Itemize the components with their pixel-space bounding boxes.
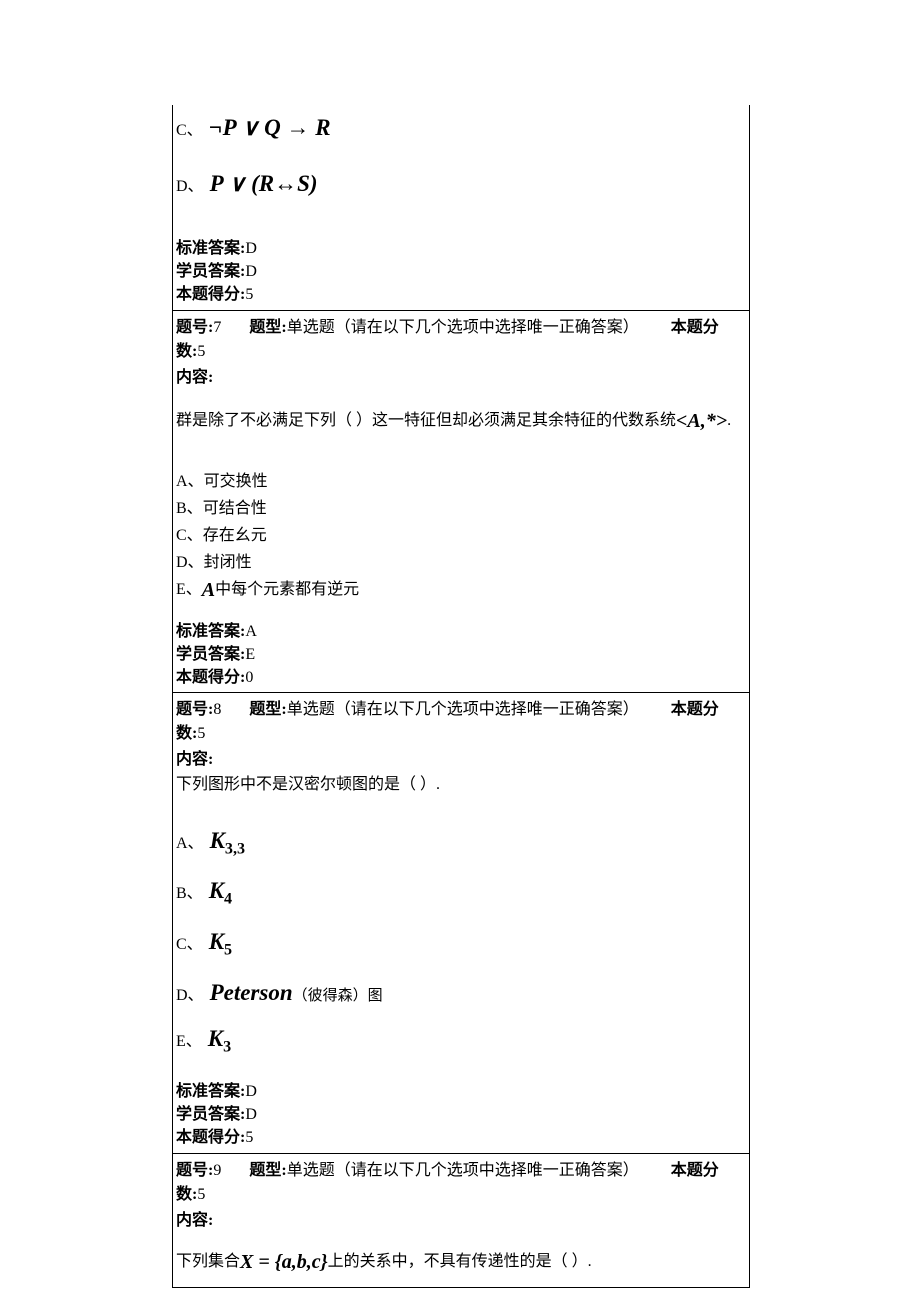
- option-e-letter: E、: [176, 1027, 202, 1051]
- student-answer-value: E: [245, 646, 255, 663]
- student-answer-label: 学员答案:: [176, 1106, 245, 1123]
- option-e-suffix: 中每个元素都有逆元: [215, 581, 359, 598]
- option-c: C、存在幺元: [176, 521, 746, 545]
- question-type-value: 单选题（请在以下几个选项中选择唯一正确答案）: [287, 701, 639, 718]
- option-c-letter: C、: [176, 527, 203, 544]
- question-type-value: 单选题（请在以下几个选项中选择唯一正确答案）: [287, 1162, 639, 1179]
- stem-math: X = {a,b,c}: [240, 1251, 328, 1273]
- question-header: 题号:7 题型:单选题（请在以下几个选项中选择唯一正确答案） 本题分数:5: [176, 313, 746, 361]
- standard-answer-value: A: [245, 623, 257, 640]
- stem-text: 群是除了不必满足下列（ ）这一特征但却必须满足其余特征的代数系统: [176, 412, 676, 429]
- question-header: 题号:8 题型:单选题（请在以下几个选项中选择唯一正确答案） 本题分数:5: [176, 695, 746, 743]
- option-c-row: C、 ¬P ∨ Q → R: [176, 115, 746, 141]
- question-table: C、 ¬P ∨ Q → R D、 P ∨ (R↔S) 标准答案:D 学员答案:D…: [172, 105, 750, 1288]
- stem-suffix: 上的关系中，不具有传递性的是（ ）.: [328, 1253, 592, 1270]
- question-number-label: 题号:: [176, 1162, 213, 1179]
- student-answer-value: D: [245, 263, 257, 280]
- option-d-math: Peterson: [210, 980, 293, 1006]
- question-points-value: 5: [197, 343, 205, 360]
- option-d-letter: D、: [176, 172, 204, 196]
- content-label: 内容:: [176, 363, 746, 387]
- student-answer-label: 学员答案:: [176, 646, 245, 663]
- standard-answer-value: D: [245, 1083, 257, 1100]
- option-c-text: 存在幺元: [203, 527, 267, 544]
- option-a-text: 可交换性: [204, 473, 268, 490]
- option-a-letter: A、: [176, 829, 204, 853]
- option-d-text: 封闭性: [204, 554, 252, 571]
- options-list: A、 K3,3 B、 K4 C、 K5 D、 Peterson （彼得森）图: [176, 828, 746, 1056]
- question-number-value: 7: [213, 319, 221, 336]
- score-earned-label: 本题得分:: [176, 669, 245, 686]
- option-b-letter: B、: [176, 879, 203, 903]
- question-stem: 群是除了不必满足下列（ ）这一特征但却必须满足其余特征的代数系统<A,*>.: [176, 405, 746, 437]
- content-label: 内容:: [176, 1206, 746, 1230]
- option-e-math: K3: [208, 1026, 231, 1057]
- question-stem: 下列集合X = {a,b,c}上的关系中，不具有传递性的是（ ）.: [176, 1246, 746, 1278]
- question-6-partial: C、 ¬P ∨ Q → R D、 P ∨ (R↔S) 标准答案:D 学员答案:D…: [173, 105, 749, 310]
- option-a-letter: A、: [176, 473, 204, 490]
- question-points-value: 5: [197, 725, 205, 742]
- option-c-letter: C、: [176, 116, 203, 140]
- stem-suffix: .: [727, 412, 731, 429]
- option-e-letter: E、: [176, 581, 202, 598]
- option-a-math: K3,3: [210, 828, 245, 859]
- question-number-label: 题号:: [176, 701, 213, 718]
- answers-block: 标准答案:A 学员答案:E 本题得分:0: [176, 620, 746, 690]
- option-e: E、 K3: [176, 1026, 746, 1057]
- answers-block: 标准答案:D 学员答案:D 本题得分:5: [176, 237, 746, 307]
- standard-answer-value: D: [245, 240, 257, 257]
- question-stem: 下列图形中不是汉密尔顿图的是（ ）.: [176, 772, 746, 798]
- question-points-value: 5: [197, 1186, 205, 1203]
- option-b: B、 K4: [176, 878, 746, 909]
- score-earned-value: 5: [245, 1129, 253, 1146]
- standard-answer-label: 标准答案:: [176, 623, 245, 640]
- question-8: 题号:8 题型:单选题（请在以下几个选项中选择唯一正确答案） 本题分数:5 内容…: [173, 692, 749, 1153]
- option-e: E、A中每个元素都有逆元: [176, 575, 746, 602]
- option-d-letter: D、: [176, 554, 204, 571]
- option-d-letter: D、: [176, 981, 204, 1005]
- score-earned-value: 5: [245, 286, 253, 303]
- option-e-math: A: [202, 579, 215, 601]
- option-d: D、封闭性: [176, 548, 746, 572]
- score-earned-label: 本题得分:: [176, 286, 245, 303]
- option-c-formula: ¬P ∨ Q → R: [209, 115, 331, 141]
- question-type-label: 题型:: [249, 701, 286, 718]
- question-7: 题号:7 题型:单选题（请在以下几个选项中选择唯一正确答案） 本题分数:5 内容…: [173, 310, 749, 693]
- stem-math: <A,*>: [676, 410, 727, 432]
- question-header: 题号:9 题型:单选题（请在以下几个选项中选择唯一正确答案） 本题分数:5: [176, 1156, 746, 1204]
- question-type-value: 单选题（请在以下几个选项中选择唯一正确答案）: [287, 319, 639, 336]
- question-9-partial: 题号:9 题型:单选题（请在以下几个选项中选择唯一正确答案） 本题分数:5 内容…: [173, 1153, 749, 1287]
- option-d-row: D、 P ∨ (R↔S): [176, 171, 746, 197]
- answers-block: 标准答案:D 学员答案:D 本题得分:5: [176, 1080, 746, 1150]
- option-c-math: K5: [209, 929, 232, 960]
- option-c: C、 K5: [176, 929, 746, 960]
- question-number-label: 题号:: [176, 319, 213, 336]
- option-a: A、 K3,3: [176, 828, 746, 859]
- standard-answer-label: 标准答案:: [176, 240, 245, 257]
- option-d: D、 Peterson （彼得森）图: [176, 980, 746, 1006]
- question-type-label: 题型:: [249, 319, 286, 336]
- option-b-math: K4: [209, 878, 232, 909]
- option-d-note: （彼得森）图: [293, 984, 383, 1005]
- content-label: 内容:: [176, 745, 746, 769]
- score-earned-label: 本题得分:: [176, 1129, 245, 1146]
- student-answer-label: 学员答案:: [176, 263, 245, 280]
- question-type-label: 题型:: [249, 1162, 286, 1179]
- question-number-value: 8: [213, 701, 221, 718]
- option-b-text: 可结合性: [203, 500, 267, 517]
- question-number-value: 9: [213, 1162, 221, 1179]
- standard-answer-label: 标准答案:: [176, 1083, 245, 1100]
- stem-prefix: 下列集合: [176, 1253, 240, 1270]
- option-b: B、可结合性: [176, 494, 746, 518]
- option-d-formula: P ∨ (R↔S): [210, 171, 318, 197]
- options-list: A、可交换性 B、可结合性 C、存在幺元 D、封闭性 E、A中每个元素都有逆元: [176, 467, 746, 602]
- option-a: A、可交换性: [176, 467, 746, 491]
- option-c-letter: C、: [176, 930, 203, 954]
- student-answer-value: D: [245, 1106, 257, 1123]
- option-b-letter: B、: [176, 500, 203, 517]
- score-earned-value: 0: [245, 669, 253, 686]
